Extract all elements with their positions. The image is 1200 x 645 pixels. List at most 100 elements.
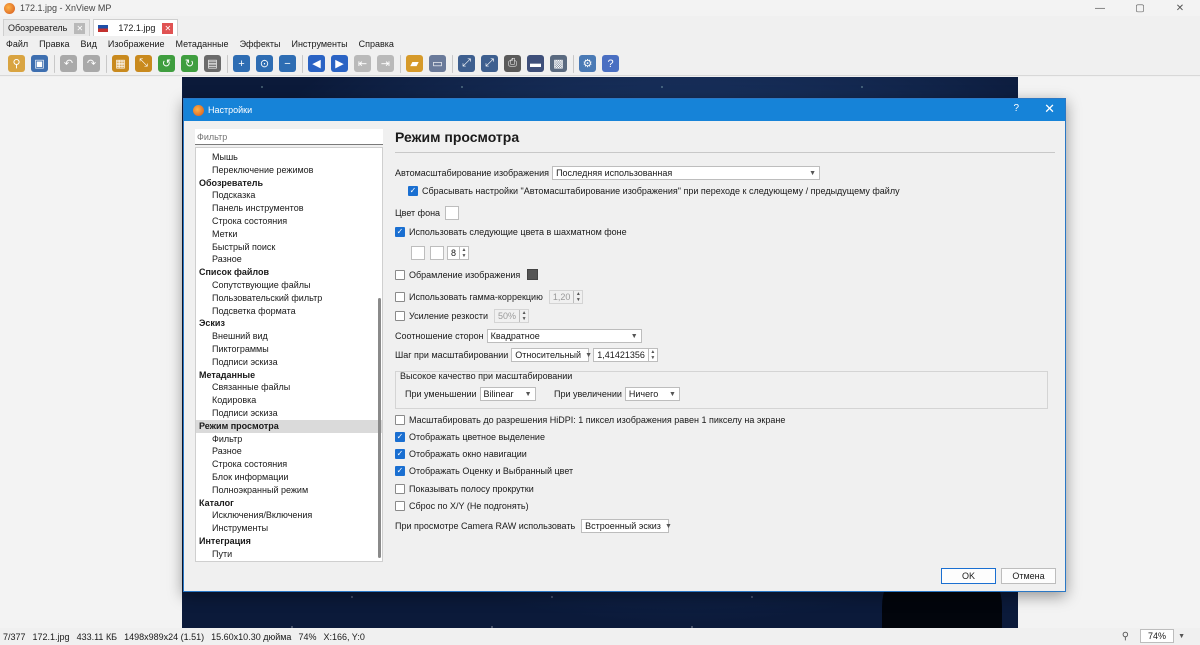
menu-metadata[interactable]: Метаданные: [176, 39, 229, 49]
sharpen-checkbox[interactable]: [395, 311, 405, 321]
tree-item[interactable]: Инструменты: [196, 522, 382, 535]
tree-item[interactable]: Разное: [196, 253, 382, 266]
tree-item[interactable]: Пользовательский фильтр: [196, 292, 382, 305]
checker-size-spinner[interactable]: 8 ▲ ▼: [447, 246, 470, 260]
next-icon[interactable]: ▶: [331, 55, 348, 72]
hidpi-row[interactable]: Масштабировать до разрешения HiDPI: 1 пи…: [395, 415, 785, 425]
aspect-select[interactable]: Квадратное ▼: [486, 329, 642, 343]
tree-item[interactable]: Фильтр: [196, 433, 382, 446]
ok-button[interactable]: OK: [941, 568, 996, 584]
frame-row[interactable]: Обрамление изображения: [395, 269, 539, 280]
gamma-checkbox[interactable]: [395, 292, 405, 302]
reset-autoscale-row[interactable]: ✓ Сбрасывать настройки "Автомасштабирова…: [408, 186, 900, 196]
frame-checkbox[interactable]: [395, 269, 405, 280]
gamma-spinner[interactable]: 1,20 ▲ ▼: [548, 290, 584, 304]
navigation-row[interactable]: ✓ Отображать окно навигации: [395, 449, 527, 459]
scan-icon[interactable]: ▬: [527, 55, 544, 72]
color-selection-checkbox[interactable]: ✓: [395, 432, 405, 442]
sharpen-row[interactable]: Усиление резкости 50% ▲ ▼: [395, 309, 530, 323]
zoom-out-icon[interactable]: −: [279, 55, 296, 72]
reset-xy-row[interactable]: Сброс по X/Y (Не подгонять): [395, 501, 529, 511]
first-icon[interactable]: ⇤: [354, 55, 371, 72]
adjust-icon[interactable]: ▤: [204, 55, 221, 72]
tree-item[interactable]: Переключение режимов: [196, 164, 382, 177]
rotate-left-icon[interactable]: ↺: [158, 55, 175, 72]
checker-color-1-swatch[interactable]: [411, 246, 425, 260]
tree-category[interactable]: Метаданные: [196, 369, 382, 382]
menu-edit[interactable]: Правка: [39, 39, 69, 49]
menu-help[interactable]: Справка: [359, 39, 394, 49]
menu-effects[interactable]: Эффекты: [240, 39, 281, 49]
upscale-select[interactable]: Ничего ▼: [624, 387, 680, 401]
tree-category[interactable]: Интеграция: [196, 535, 382, 548]
zoom-step-mode-select[interactable]: Относительный ▼: [511, 348, 592, 362]
fit-window-icon[interactable]: ⤢: [458, 55, 475, 72]
fit-image-icon[interactable]: ⤢: [481, 55, 498, 72]
tree-category[interactable]: Эскиз: [196, 317, 382, 330]
rating-checkbox[interactable]: ✓: [395, 466, 405, 476]
gamma-row[interactable]: Использовать гамма-коррекцию 1,20 ▲ ▼: [395, 290, 584, 304]
undo-icon[interactable]: ↶: [60, 55, 77, 72]
last-icon[interactable]: ⇥: [377, 55, 394, 72]
reset-xy-checkbox[interactable]: [395, 501, 405, 511]
checker-row[interactable]: ✓ Использовать следующие цвета в шахматн…: [395, 227, 627, 237]
autoscale-select[interactable]: Последняя использованная ▼: [552, 166, 821, 180]
slideshow-icon[interactable]: ▰: [406, 55, 423, 72]
tree-category[interactable]: Каталог: [196, 497, 382, 510]
close-button[interactable]: ✕: [1160, 0, 1200, 16]
redo-icon[interactable]: ↷: [83, 55, 100, 72]
tree-item[interactable]: Связанные файлы: [196, 381, 382, 394]
tree-item[interactable]: Блок информации: [196, 471, 382, 484]
filter-input[interactable]: [195, 129, 383, 145]
menu-tools[interactable]: Инструменты: [291, 39, 347, 49]
raw-select[interactable]: Встроенный эскиз ▼: [581, 519, 672, 533]
sharpen-spinner[interactable]: 50% ▲ ▼: [494, 309, 530, 323]
wallpaper-icon[interactable]: ▩: [550, 55, 567, 72]
scrollbar-checkbox[interactable]: [395, 484, 405, 494]
tree-item[interactable]: Полноэкранный режим: [196, 484, 382, 497]
tree-item[interactable]: Исключения/Включения: [196, 509, 382, 522]
tree-item[interactable]: Кодировка: [196, 394, 382, 407]
close-tab-icon[interactable]: ✕: [74, 22, 86, 34]
dialog-close-button[interactable]: ✕: [1044, 101, 1055, 117]
tree-item[interactable]: Внешний вид: [196, 330, 382, 343]
zoom-in-icon[interactable]: +: [233, 55, 250, 72]
color-selection-row[interactable]: ✓ Отображать цветное выделение: [395, 432, 545, 442]
tree-item[interactable]: Подписи эскиза: [196, 407, 382, 420]
browse-icon[interactable]: ⚲: [8, 55, 25, 72]
tree-category[interactable]: Режим просмотра: [196, 419, 382, 433]
fullscreen-icon[interactable]: ▭: [429, 55, 446, 72]
tree-item[interactable]: Разное: [196, 445, 382, 458]
zoom-combo[interactable]: 74%: [1140, 629, 1175, 643]
tree-item[interactable]: Пути: [196, 548, 382, 561]
cancel-button[interactable]: Отмена: [1001, 568, 1056, 584]
reset-autoscale-checkbox[interactable]: ✓: [408, 186, 418, 196]
help-button[interactable]: ?: [1013, 103, 1019, 114]
tab-image[interactable]: 172.1.jpg ✕: [93, 19, 179, 36]
downscale-select[interactable]: Bilinear ▼: [479, 387, 536, 401]
tree-category[interactable]: Обозреватель: [196, 177, 382, 190]
tree-scrollbar[interactable]: [378, 298, 381, 558]
tree-item[interactable]: Подсказка: [196, 189, 382, 202]
rotate-right-icon[interactable]: ↻: [181, 55, 198, 72]
tree-item[interactable]: Быстрый поиск: [196, 241, 382, 254]
tree-item[interactable]: Метки: [196, 228, 382, 241]
resize-icon[interactable]: ⤡: [135, 55, 152, 72]
tree-category[interactable]: Список файлов: [196, 266, 382, 279]
tree-item[interactable]: Подсветка формата: [196, 305, 382, 318]
menu-image[interactable]: Изображение: [108, 39, 165, 49]
rating-row[interactable]: ✓ Отображать Оценку и Выбранный цвет: [395, 466, 573, 476]
crop-icon[interactable]: ▦: [112, 55, 129, 72]
scrollbar-row[interactable]: Показывать полосу прокрутки: [395, 484, 534, 494]
zoom-step-spinner[interactable]: 1,41421356 ▲ ▼: [593, 348, 658, 362]
menu-file[interactable]: Файл: [6, 39, 28, 49]
spinner-arrows-icon[interactable]: ▲ ▼: [647, 349, 657, 361]
spinner-arrows-icon[interactable]: ▲ ▼: [519, 310, 528, 322]
spinner-arrows-icon[interactable]: ▲ ▼: [459, 247, 468, 259]
hidpi-checkbox[interactable]: [395, 415, 405, 425]
tree-item[interactable]: Мышь: [196, 151, 382, 164]
save-icon[interactable]: ▣: [31, 55, 48, 72]
tree-item[interactable]: Подписи эскиза: [196, 356, 382, 369]
checker-color-2-swatch[interactable]: [430, 246, 444, 260]
navigation-checkbox[interactable]: ✓: [395, 449, 405, 459]
